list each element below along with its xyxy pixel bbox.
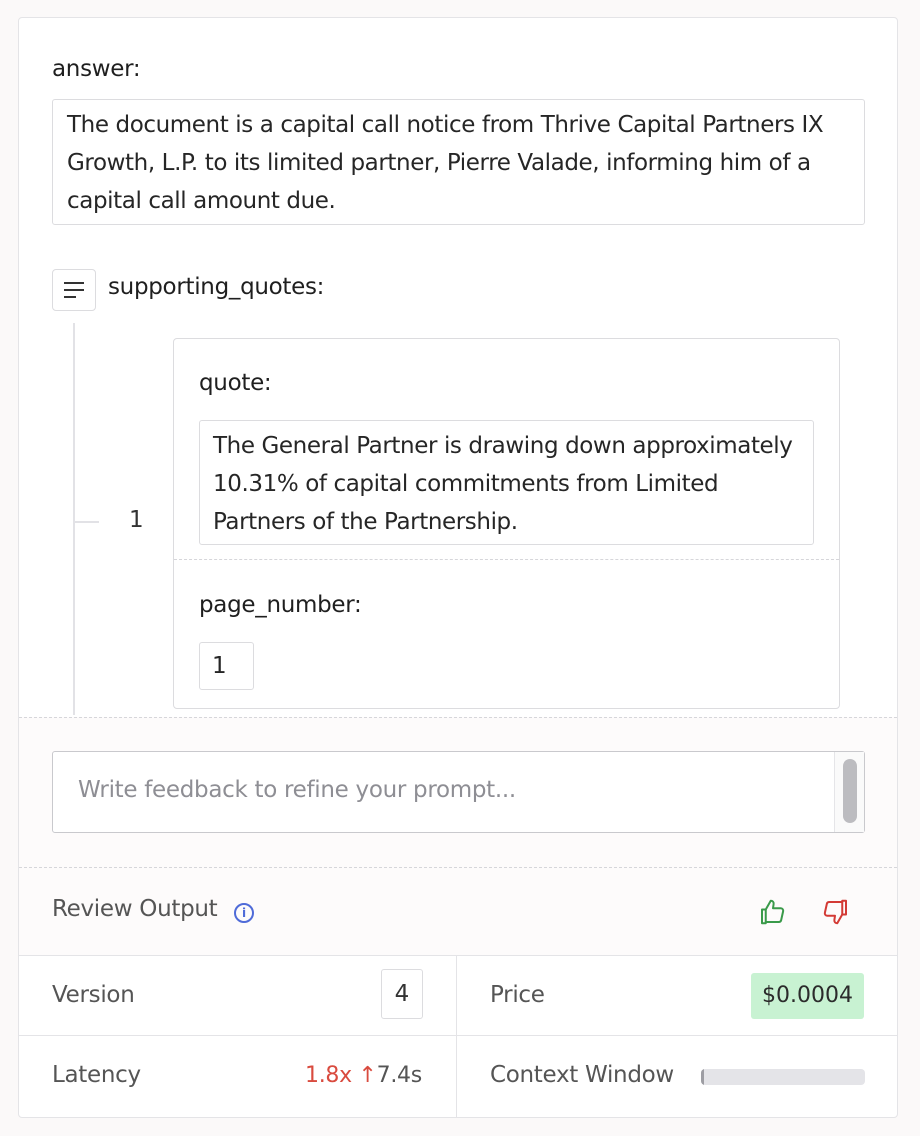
feedback-input[interactable]: Write feedback to refine your prompt... [52, 751, 865, 833]
item-divider [174, 559, 839, 560]
review-output-label: Review Output [52, 896, 218, 922]
quote-label: quote: [199, 370, 272, 396]
context-window-fill [701, 1069, 705, 1085]
page-number-value: 1 [199, 642, 254, 690]
version-label: Version [52, 982, 135, 1008]
thumbs-up-icon [761, 899, 785, 925]
tree-branch [73, 521, 99, 523]
output-card: answer: The document is a capital call n… [18, 17, 898, 1118]
context-window-label: Context Window [490, 1062, 674, 1088]
scrollbar-thumb[interactable] [843, 759, 857, 823]
info-icon[interactable]: i [234, 903, 254, 923]
tree-line [73, 323, 75, 715]
price-label: Price [490, 982, 545, 1008]
feedback-scrollbar[interactable] [834, 752, 864, 832]
price-badge: $0.0004 [751, 973, 864, 1019]
version-value[interactable]: 4 [381, 969, 423, 1019]
answer-value: The document is a capital call notice fr… [52, 99, 865, 225]
latency-time: 7.4s [376, 1063, 423, 1088]
thumbs-down-button[interactable] [821, 897, 851, 927]
context-window-bar [701, 1069, 865, 1085]
supporting-quotes-label: supporting_quotes: [108, 274, 325, 300]
review-output-row: Review Output i [19, 869, 897, 955]
quote-item-card: quote: The General Partner is drawing do… [173, 338, 840, 709]
thumbs-down-icon [823, 899, 847, 925]
feedback-placeholder: Write feedback to refine your prompt... [78, 777, 516, 803]
thumbs-up-button[interactable] [757, 897, 787, 927]
stats-divider [456, 956, 457, 1117]
arrow-up-icon: ↑ [358, 1063, 377, 1088]
section-divider [19, 867, 897, 868]
list-icon[interactable] [52, 269, 96, 311]
quote-value: The General Partner is drawing down appr… [199, 420, 814, 545]
latency-multiplier: 1.8x [305, 1063, 352, 1088]
section-divider [19, 717, 897, 718]
stats-grid: Version 4 Price $0.0004 Latency 1.8x ↑7.… [19, 955, 897, 1117]
latency-value: 1.8x ↑7.4s [305, 1063, 422, 1088]
page-number-label: page_number: [199, 592, 362, 618]
answer-label: answer: [52, 56, 141, 82]
quote-item-index: 1 [129, 507, 144, 533]
latency-label: Latency [52, 1062, 141, 1088]
stats-divider [19, 1035, 897, 1036]
